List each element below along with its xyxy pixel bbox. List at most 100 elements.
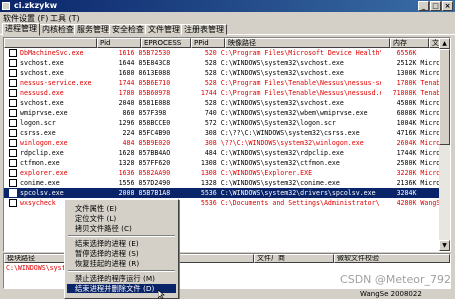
row-checkbox[interactable]	[9, 129, 17, 137]
process-row[interactable]: logon.scr 1296 858BCCE0 572 C:\WINDOWS\Syste…	[4, 118, 440, 128]
minimize-button[interactable]: _	[418, 1, 429, 11]
menu-item-locate-file[interactable]: 定位文件 (L)	[67, 214, 176, 223]
menu-item-resume-process[interactable]: 恢复挂起的进程 (R)	[67, 259, 176, 268]
row-checkbox[interactable]	[9, 189, 17, 197]
tab-service-manager[interactable]: 服务管理	[74, 24, 112, 35]
process-eprocess: 85B9E020	[138, 139, 171, 147]
process-name: explorer.exe	[20, 169, 68, 177]
process-pid: 1644	[118, 59, 135, 67]
menu-item-end-process[interactable]: 结束选择的进程 (E)	[67, 239, 176, 248]
column-header-name[interactable]	[4, 38, 97, 48]
row-checkbox[interactable]	[9, 139, 17, 147]
process-ppid: 484	[204, 149, 217, 157]
process-row[interactable]: ctfmon.exe 1328 857FF620 1308 C:\WINDOWS\sys…	[4, 158, 440, 168]
row-checkbox[interactable]	[9, 59, 17, 67]
menu-item-block-program[interactable]: 禁止选择的程序运行 (M)	[67, 274, 176, 283]
row-checkbox[interactable]	[9, 149, 17, 157]
row-checkbox[interactable]	[9, 159, 17, 167]
tab-process-manager[interactable]: 进程管理	[2, 23, 40, 36]
close-button[interactable]: ×	[442, 1, 453, 11]
process-row[interactable]: rdpclip.exe 1628 857BB4AO 484 C:\WINDOWS\sys…	[4, 148, 440, 158]
process-path: C:\WINDOWS\system32\wbem\wmiprvse.exe	[220, 109, 368, 117]
process-name: ctfmon.exe	[20, 159, 60, 167]
process-vendor: Tenabl	[420, 79, 440, 87]
process-name: logon.scr	[20, 119, 56, 127]
process-row[interactable]: winlogon.exe 484 85B9E020 308 \??\C:\WINDOWS…	[4, 138, 440, 148]
column-header-pid[interactable]: Pid	[97, 38, 141, 48]
process-row[interactable]: wmiprvse.exe 860 857F398 740 C:\WINDOWS\syst…	[4, 108, 440, 118]
process-memory: 1780K	[396, 79, 417, 87]
process-memory: 2136K	[396, 179, 417, 187]
process-eprocess: 85B7B1A8	[138, 189, 171, 197]
process-memory: 6556K	[396, 49, 417, 57]
process-path: C:\WINDOWS\system32\drivers\spcolsv.exe	[220, 189, 376, 197]
process-memory: 2580K	[396, 159, 417, 167]
process-row[interactable]: nessusd.exe 1780 85B60978 1744 C:\Program Fi…	[4, 88, 440, 98]
process-pid: 2008	[118, 189, 135, 197]
process-path: C:\Program Files\Microsoft Device Health…	[220, 49, 382, 57]
row-checkbox[interactable]	[9, 79, 17, 87]
process-vendor: Micros	[420, 169, 440, 177]
tab-registry-manager[interactable]: 注册表管理	[181, 24, 227, 35]
process-vendor: Micros	[420, 179, 440, 187]
process-pid: 1744	[118, 79, 135, 87]
app-icon	[2, 2, 10, 10]
menu-bar: 软件设置 (F) 工具 (T)	[0, 12, 455, 23]
column-header-ppid[interactable]: PPid	[191, 38, 225, 48]
column-header-signature[interactable]: 微软文件校验	[334, 254, 450, 263]
process-row[interactable]: explorer.exe 1636 8582AA90 1308 C:\WINDOWS\E…	[4, 168, 440, 178]
maximize-button[interactable]: □	[430, 1, 441, 11]
process-row[interactable]: svchost.exe 1644 85E843C8 528 C:\WINDOWS\sys…	[4, 58, 440, 68]
process-name: svchost.exe	[20, 59, 64, 67]
process-row[interactable]: csrss.exe 224 85FC4B90 308 C:\??\C:\WINDOWS\…	[4, 128, 440, 138]
process-memory: 3228K	[396, 169, 417, 177]
process-row[interactable]: spcolsv.exe 2008 85B7B1A8 5536 C:\WINDOWS\sy…	[4, 188, 440, 198]
title-bar: ci.zkzykw _ □ ×	[0, 0, 455, 12]
process-row[interactable]: nessus-service.exe 1744 85B6E710 528 C:\Prog…	[4, 78, 440, 88]
row-checkbox[interactable]	[9, 169, 17, 177]
scroll-down-icon[interactable]: ▼	[439, 240, 450, 251]
process-eprocess: 8581E088	[138, 99, 171, 107]
process-memory: 1744K	[396, 149, 417, 157]
scroll-thumb[interactable]	[439, 49, 450, 145]
process-name: nessus-service.exe	[20, 79, 92, 87]
column-header-eprocess[interactable]: EPROCESS	[141, 38, 191, 48]
row-checkbox[interactable]	[9, 119, 17, 127]
tab-file-manager[interactable]: 文件管理	[145, 24, 183, 35]
row-checkbox[interactable]	[9, 179, 17, 187]
process-memory: 4280K	[396, 199, 417, 207]
menu-item-suspend-process[interactable]: 暂停选择的进程 (S)	[67, 249, 176, 258]
row-checkbox[interactable]	[9, 199, 17, 207]
process-row[interactable]: DbMachineSvc.exe 1616 85B72530 520 C:\Progra…	[4, 48, 440, 58]
row-checkbox[interactable]	[9, 109, 17, 117]
process-ppid: 1308	[200, 159, 217, 167]
process-path: C:\WINDOWS\system32\ctfmon.exe	[220, 159, 340, 167]
process-ppid: 5536	[200, 199, 217, 207]
row-checkbox[interactable]	[9, 69, 17, 77]
process-path: C:\WINDOWS\system32\rdpclip.exe	[220, 149, 344, 157]
process-vendor: Micros	[420, 59, 440, 67]
column-header-image-path[interactable]: 映像路径	[225, 38, 390, 48]
column-header-file-vendor[interactable]: 文件厂商	[254, 254, 334, 263]
menu-item-copy-file-path[interactable]: 拷贝文件路径 (C)	[67, 224, 176, 233]
tab-kernel-check[interactable]: 内核检查	[39, 24, 77, 35]
scroll-up-icon[interactable]: ▲	[439, 38, 450, 49]
row-checkbox[interactable]	[9, 99, 17, 107]
vertical-scrollbar[interactable]: ▲ ▼	[439, 38, 450, 251]
menu-item-file-properties[interactable]: 文件属性 (E)	[67, 204, 176, 213]
process-row[interactable]: conime.exe 1556 857D2490 1328 C:\WINDOWS\sys…	[4, 178, 440, 188]
row-checkbox[interactable]	[9, 89, 17, 97]
process-pid: 1636	[118, 169, 135, 177]
column-header-memory[interactable]: 内存	[390, 38, 429, 48]
tab-security-check[interactable]: 安全检查	[109, 24, 147, 35]
process-pid: 224	[122, 129, 135, 137]
row-checkbox[interactable]	[9, 49, 17, 57]
process-row[interactable]: svchost.exe 1680 8613E088 528 C:\WINDOWS\sys…	[4, 68, 440, 78]
menu-separator	[68, 270, 175, 272]
process-path: C:\WINDOWS\Explorer.EXE	[220, 169, 313, 177]
process-row[interactable]: svchost.exe 2040 8581E088 528 C:\WINDOWS\sys…	[4, 98, 440, 108]
process-name: wmiprvse.exe	[20, 109, 68, 117]
process-ppid: 520	[204, 49, 217, 57]
process-path: C:\WINDOWS\system32\svchost.exe	[220, 59, 344, 67]
process-pid: 1616	[118, 49, 135, 57]
